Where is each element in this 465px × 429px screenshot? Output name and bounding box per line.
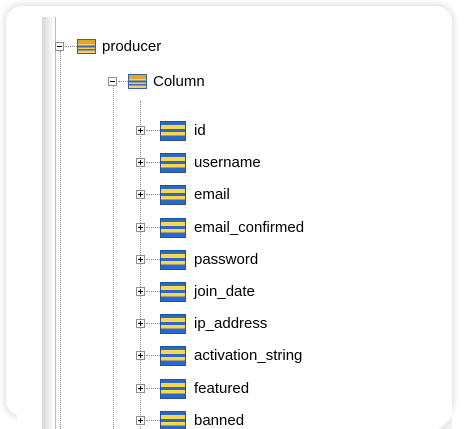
expand-toggle-icon[interactable] [136,255,145,264]
tree-connector [118,81,128,82]
tree-connector [146,355,160,356]
expand-toggle-icon[interactable] [136,384,145,393]
tree-connector [146,130,160,131]
column-icon [160,282,186,302]
expand-toggle-icon[interactable] [136,223,145,232]
column-icon [160,121,186,141]
collapse-toggle-icon[interactable] [108,77,117,86]
tree-connector [146,227,160,228]
tree-connector [146,291,160,292]
expand-toggle-icon[interactable] [136,416,145,425]
tree-connector [146,420,160,421]
frame-corner-bevel [387,337,452,429]
tree-guide-line [60,51,61,429]
tree-connector [146,323,160,324]
expand-toggle-icon[interactable] [136,287,145,296]
column-label: ip_address [194,315,268,332]
column-label: username [194,154,261,171]
tree-connector [146,388,160,389]
column-label: join_date [194,283,255,300]
column-icon [160,411,186,429]
column-icon [160,379,186,399]
tree-guide-line [140,101,141,429]
tree-guide-line [113,86,114,429]
column-icon [160,153,186,173]
tree-node-label: Column [153,73,205,90]
column-icon [160,250,186,270]
tree-connector [65,46,77,47]
tree-connector [146,259,160,260]
column-icon [160,218,186,238]
column-icon [160,185,186,205]
expand-toggle-icon[interactable] [136,351,145,360]
column-label: featured [194,380,250,397]
expand-toggle-icon[interactable] [136,126,145,135]
column-label: email_confirmed [194,219,305,236]
column-label: activation_string [194,347,303,364]
column-label: banned [194,412,245,429]
column-group-icon [128,74,147,89]
tree-panel: producer Column id username email email_con… [17,17,452,429]
table-icon [77,39,96,54]
collapse-toggle-icon[interactable] [55,42,64,51]
tree-connector [146,162,160,163]
column-icon [160,346,186,366]
column-label: email [194,186,230,203]
tree-connector [146,194,160,195]
column-icon [160,314,186,334]
expand-toggle-icon[interactable] [136,319,145,328]
expand-toggle-icon[interactable] [136,190,145,199]
expand-toggle-icon[interactable] [136,158,145,167]
tree-node-label: producer [102,38,162,55]
column-label: id [194,122,206,139]
column-label: password [194,251,259,268]
